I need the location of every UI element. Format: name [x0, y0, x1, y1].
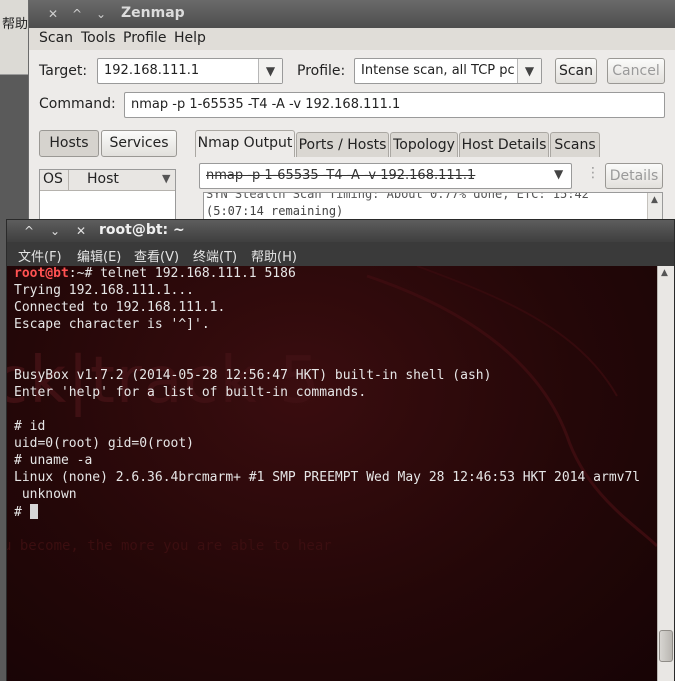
chevron-down-icon[interactable]: ⌄: [45, 223, 65, 239]
column-host[interactable]: Host: [87, 171, 119, 187]
terminal-line: Connected to 192.168.111.1.: [14, 300, 226, 315]
close-icon[interactable]: ✕: [71, 223, 91, 239]
nmap-output-text: SYN Stealth Scan Timing: About 0.77% don…: [203, 192, 663, 222]
profile-select[interactable]: Intense scan, all TCP pc: [354, 58, 542, 84]
menu-help[interactable]: Help: [174, 30, 206, 46]
close-icon[interactable]: ✕: [43, 6, 63, 22]
tab-nmap-output[interactable]: Nmap Output: [195, 130, 295, 157]
menu-edit[interactable]: 编辑(E): [77, 246, 121, 265]
profile-label: Profile:: [297, 63, 346, 79]
target-label: Target:: [39, 63, 88, 79]
terminal-line: Escape character is '^]'.: [14, 317, 210, 332]
output-line: (5:07:14 remaining): [206, 204, 344, 218]
terminal-line: uid=0(root) gid=0(root): [14, 436, 195, 451]
command-input[interactable]: nmap -p 1-65535 -T4 -A -v 192.168.111.1: [124, 92, 665, 118]
cancel-button[interactable]: Cancel: [607, 58, 665, 84]
background-window: 帮助: [0, 0, 28, 75]
target-input[interactable]: 192.168.111.1: [97, 58, 283, 84]
output-scrollbar[interactable]: ▲: [647, 193, 662, 221]
menu-help[interactable]: 帮助(H): [251, 246, 297, 265]
chevron-up-icon[interactable]: ^: [19, 223, 39, 239]
command-label: Command:: [39, 96, 116, 112]
scrollbar-thumb[interactable]: [659, 630, 673, 662]
text-cursor: [29, 504, 38, 519]
chevron-up-icon[interactable]: ^: [67, 6, 87, 22]
terminal-titlebar: ^ ⌄ ✕ root@bt: ~: [7, 220, 674, 242]
tab-ports-hosts[interactable]: Ports / Hosts: [296, 132, 389, 157]
terminal-menubar: 文件(F) 编辑(E) 查看(V) 终端(T) 帮助(H): [7, 242, 674, 266]
host-list-header: OS Host ▼: [40, 170, 175, 191]
target-dropdown-icon[interactable]: ▼: [258, 59, 282, 83]
zenmap-titlebar: ✕ ^ ⌄ Zenmap: [29, 0, 675, 28]
output-dropdown-icon[interactable]: ▼: [554, 167, 563, 181]
separator-grip-icon: ⋮: [586, 165, 600, 181]
terminal-line: Linux (none) 2.6.36.4brcmarm+ #1 SMP PRE…: [14, 470, 641, 485]
tab-topology[interactable]: Topology: [390, 132, 458, 157]
terminal-title: root@bt: ~: [99, 222, 185, 238]
tab-scans[interactable]: Scans: [550, 132, 600, 157]
terminal-output[interactable]: ck|track 5 u become, the more you are ab…: [7, 266, 659, 681]
output-command-select[interactable]: nmap -p 1-65535 -T4 -A -v 192.168.111.1: [199, 163, 572, 189]
prompt-user: root@bt: [14, 266, 69, 281]
sort-chevron-icon[interactable]: ▼: [162, 172, 170, 185]
chevron-down-icon[interactable]: ⌄: [91, 6, 111, 22]
terminal-line: Enter 'help' for a list of built-in comm…: [14, 385, 367, 400]
column-os[interactable]: OS: [43, 171, 63, 187]
details-button[interactable]: Details: [605, 163, 663, 189]
menubar: Scan Tools Profile Help: [29, 28, 675, 50]
scroll-up-icon[interactable]: ▲: [651, 195, 658, 205]
background-help-menu[interactable]: 帮助: [2, 13, 28, 32]
menu-terminal[interactable]: 终端(T): [193, 246, 237, 265]
wallpaper-tagline: u become, the more you are able to hear: [7, 538, 332, 554]
wallpaper-dragon-icon: [366, 266, 657, 548]
menu-scan[interactable]: Scan: [39, 30, 73, 46]
zenmap-window: ✕ ^ ⌄ Zenmap Scan Tools Profile Help Tar…: [28, 0, 675, 222]
prompt-command: :~# telnet 192.168.111.1 5186: [68, 266, 296, 281]
services-button[interactable]: Services: [101, 130, 177, 157]
menu-file[interactable]: 文件(F): [18, 246, 62, 265]
terminal-scrollbar[interactable]: ▲: [657, 266, 674, 681]
terminal-line: unknown: [14, 487, 77, 502]
terminal-window: ^ ⌄ ✕ root@bt: ~ 文件(F) 编辑(E) 查看(V) 终端(T)…: [6, 219, 675, 681]
window-title: Zenmap: [121, 5, 185, 21]
profile-dropdown-icon[interactable]: ▼: [517, 59, 541, 83]
host-list: OS Host ▼: [39, 169, 176, 222]
terminal-prompt-line: #: [14, 504, 38, 520]
terminal-line: root@bt:~# telnet 192.168.111.1 5186: [14, 266, 296, 281]
hosts-button[interactable]: Hosts: [39, 130, 99, 157]
output-line: SYN Stealth Scan Timing: About 0.77% don…: [206, 192, 589, 201]
column-divider: [68, 170, 69, 190]
menu-tools[interactable]: Tools: [81, 30, 116, 46]
terminal-line: # id: [14, 419, 46, 434]
terminal-line: # uname -a: [14, 453, 93, 468]
terminal-line: Trying 192.168.111.1...: [14, 283, 195, 298]
prompt: #: [14, 505, 30, 520]
menu-view[interactable]: 查看(V): [134, 246, 179, 265]
menu-profile[interactable]: Profile: [123, 30, 167, 46]
scroll-up-icon[interactable]: ▲: [661, 268, 668, 278]
tab-host-details[interactable]: Host Details: [459, 132, 549, 157]
scan-button[interactable]: Scan: [555, 58, 597, 84]
terminal-line: BusyBox v1.7.2 (2014-05-28 12:56:47 HKT)…: [14, 368, 492, 383]
